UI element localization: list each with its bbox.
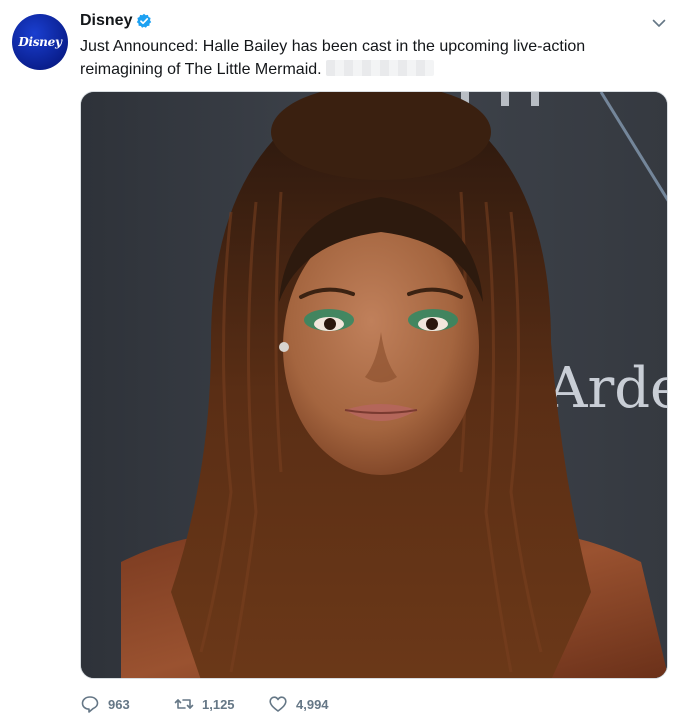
heart-icon [269,696,287,712]
retweet-icon [174,699,194,709]
verified-badge-icon [136,13,152,29]
tweet: Disney Disney Just Announced: Halle Bail… [0,0,680,726]
reply-icon [81,696,99,713]
chevron-down-icon[interactable] [650,14,668,32]
retweet-button[interactable]: 1,125 [174,694,268,714]
tweet-text: Just Announced: Halle Bailey has been ca… [80,35,660,81]
retweet-count: 1,125 [202,696,235,712]
reply-button[interactable]: 963 [80,694,174,714]
blurred-link[interactable] [325,60,434,76]
avatar[interactable]: Disney [12,14,68,70]
display-name[interactable]: Disney [80,12,132,30]
tweet-header: Disney [80,12,152,30]
tweet-media-image[interactable]: Arde [80,91,668,679]
like-count: 4,994 [296,696,329,712]
reply-count: 963 [108,696,130,712]
tweet-actions: 963 1,125 4,994 [80,694,362,714]
like-button[interactable]: 4,994 [268,694,362,714]
backdrop-text: Arde [546,356,668,421]
disney-logo: Disney [18,35,62,49]
